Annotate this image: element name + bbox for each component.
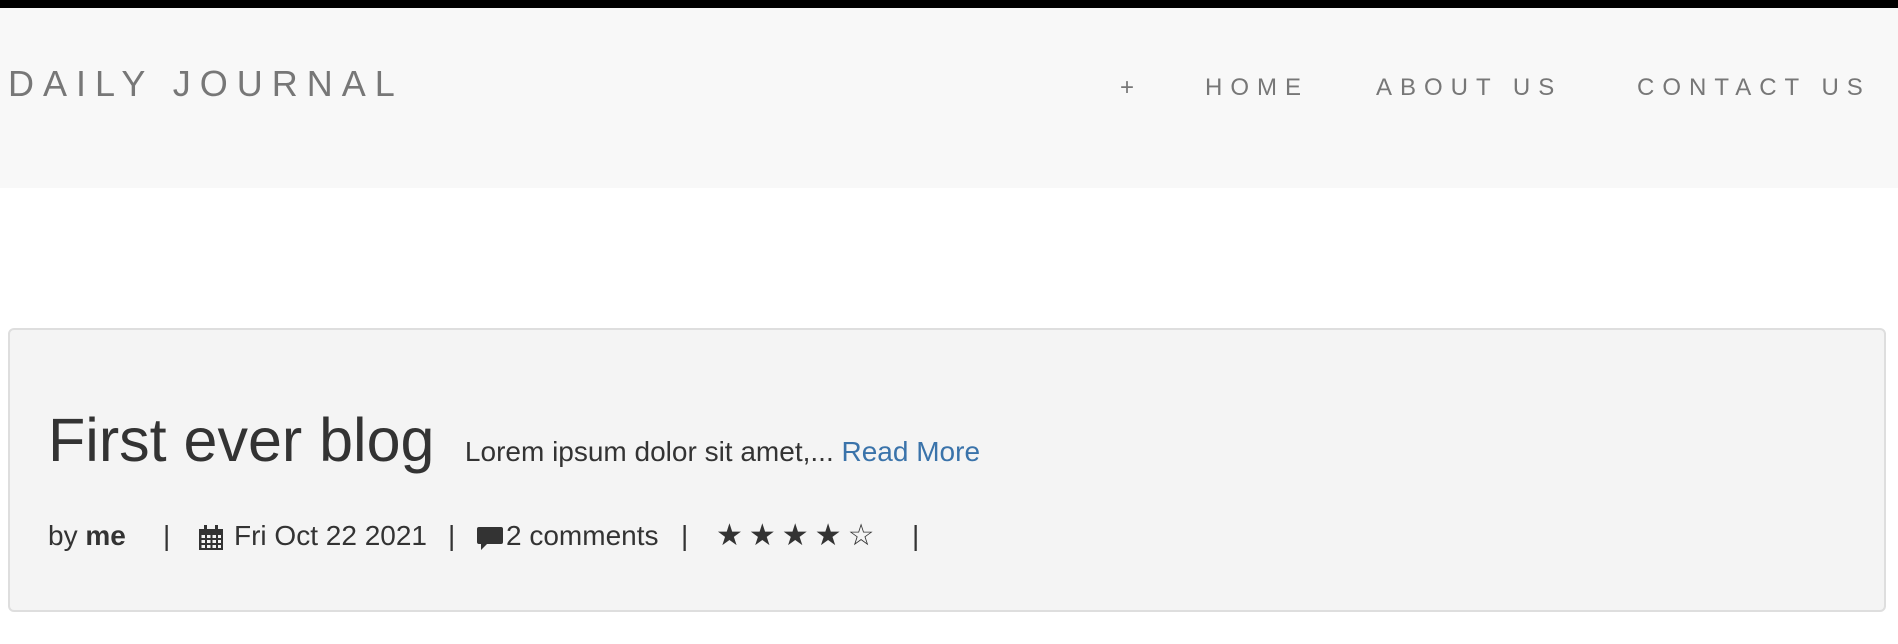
author-byline: by me: [48, 518, 126, 554]
meta-separator: |: [912, 520, 920, 551]
post-excerpt: Lorem ipsum dolor sit amet,... Read More: [465, 436, 980, 468]
calendar-icon: [197, 524, 225, 552]
post-excerpt-text: Lorem ipsum dolor sit amet,...: [464, 436, 834, 467]
star-rating: ★★★★☆: [716, 518, 881, 553]
comments-link[interactable]: 2 comments: [506, 518, 659, 554]
top-border-bar: [0, 0, 1898, 8]
comment-icon: [476, 524, 504, 552]
meta-separator: |: [448, 520, 456, 551]
meta-separator: |: [681, 520, 689, 551]
compose-link[interactable]: +: [1120, 76, 1134, 100]
nav-home-link[interactable]: HOME: [1205, 76, 1309, 100]
author-name: me: [85, 520, 126, 551]
post-title: First ever blog: [48, 406, 435, 474]
post-meta: by me | Fri Oct 22 2021 | 2 comments | ★…: [48, 518, 1048, 554]
nav-contact-link[interactable]: CONTACT US: [1637, 76, 1871, 100]
post-date: Fri Oct 22 2021: [234, 520, 427, 551]
post-title-row: First ever blog Lorem ipsum dolor sit am…: [48, 410, 980, 471]
read-more-link[interactable]: Read More: [842, 436, 981, 467]
navbar: DAILY JOURNAL + HOME ABOUT US CONTACT US: [0, 8, 1898, 188]
meta-separator: |: [163, 520, 171, 551]
post-card: First ever blog Lorem ipsum dolor sit am…: [8, 328, 1886, 612]
nav-links: + HOME ABOUT US CONTACT US: [0, 76, 1898, 116]
byline-prefix: by: [48, 520, 78, 551]
nav-about-link[interactable]: ABOUT US: [1376, 76, 1562, 100]
